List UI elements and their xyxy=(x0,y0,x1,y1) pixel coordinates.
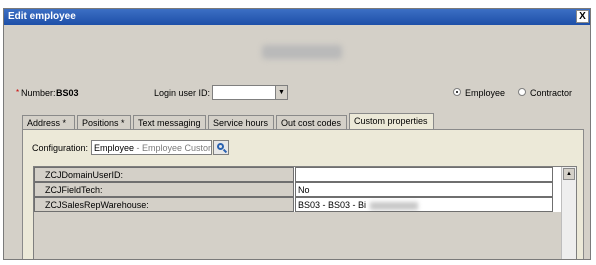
chevron-down-icon[interactable]: ▼ xyxy=(275,86,287,99)
configuration-value: Employee xyxy=(94,143,135,153)
vertical-scrollbar[interactable]: ▲ xyxy=(561,167,576,259)
custom-properties-panel: Configuration: Employee - Employee Custo… xyxy=(22,129,584,259)
tab-custom-properties[interactable]: Custom properties xyxy=(349,113,434,130)
scroll-up-arrow-icon[interactable]: ▲ xyxy=(563,168,575,180)
number-label: Number: xyxy=(21,88,56,98)
number-value: BS03 xyxy=(56,88,79,98)
login-user-id-dropdown[interactable]: ▼ xyxy=(212,85,288,100)
edit-employee-window: Edit employee X * Number: BS03 Login use… xyxy=(3,8,591,260)
property-row: ZCJDomainUserID: xyxy=(34,167,562,182)
configuration-subtext: - Employee Custom Pr xyxy=(136,143,211,153)
title-bar: Edit employee X xyxy=(4,9,590,25)
property-row: ZCJFieldTech: No xyxy=(34,182,562,197)
employee-name-heading xyxy=(262,45,342,59)
property-name: ZCJDomainUserID: xyxy=(34,167,294,182)
property-value-input[interactable]: No xyxy=(295,182,553,197)
login-user-id-label: Login user ID: xyxy=(154,88,211,98)
property-name: ZCJSalesRepWarehouse: xyxy=(34,197,294,212)
contractor-radio-label[interactable]: Contractor xyxy=(530,88,572,98)
required-marker: * xyxy=(16,88,20,97)
configuration-field[interactable]: Employee - Employee Custom Pr xyxy=(91,140,212,155)
configuration-label: Configuration: xyxy=(32,143,89,153)
employee-radio-label[interactable]: Employee xyxy=(465,88,505,98)
tab-text-messaging[interactable]: Text messaging xyxy=(133,115,206,129)
close-icon[interactable]: X xyxy=(576,10,589,23)
tab-positions[interactable]: Positions * xyxy=(77,115,131,129)
properties-grid: ZCJDomainUserID: ZCJFieldTech: No ZCJSal… xyxy=(33,166,577,259)
search-icon-handle xyxy=(222,148,228,154)
contractor-radio[interactable] xyxy=(518,88,526,96)
tab-service-hours[interactable]: Service hours xyxy=(208,115,274,129)
employee-radio[interactable] xyxy=(453,88,461,96)
grid-empty-area xyxy=(34,212,562,259)
redacted-text xyxy=(370,201,419,210)
property-name: ZCJFieldTech: xyxy=(34,182,294,197)
property-row: ZCJSalesRepWarehouse: BS03 - BS03 - Bi xyxy=(34,197,562,212)
tab-address[interactable]: Address * xyxy=(22,115,75,129)
property-value-input[interactable] xyxy=(295,167,553,182)
configuration-lookup-button[interactable] xyxy=(213,140,229,155)
employee-header-row: * Number: BS03 Login user ID: ▼ Employee… xyxy=(4,83,590,101)
property-value-input[interactable]: BS03 - BS03 - Bi xyxy=(295,197,553,212)
property-value-text: BS03 - BS03 - Bi xyxy=(298,200,367,210)
window-title: Edit employee xyxy=(8,11,76,22)
tab-out-cost-codes[interactable]: Out cost codes xyxy=(276,115,347,129)
